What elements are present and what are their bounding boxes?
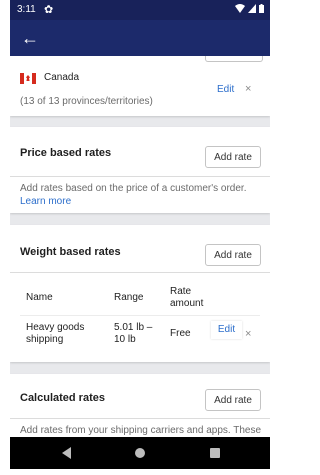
calculated-add-rate-button[interactable]: Add rate (205, 389, 261, 411)
learn-more-link[interactable]: Learn more (20, 196, 71, 207)
country-name: Canada (44, 72, 80, 83)
row-name-line1: Heavy goods (26, 322, 85, 333)
divider (10, 272, 270, 273)
price-add-rate-button[interactable]: Add rate (205, 146, 261, 168)
canada-flag-icon (20, 73, 36, 84)
battery-icon (259, 4, 264, 13)
status-time: 3:11 (17, 4, 36, 15)
divider (10, 176, 270, 177)
row-range-line2: 10 lb (114, 334, 136, 345)
status-bar: 3:11 ✿ (10, 0, 270, 20)
row-rate: Free (170, 328, 191, 339)
price-rates-card: Price based rates Add rate Add rates bas… (10, 127, 270, 213)
region-card: Canada (13 of 13 provinces/territories) … (10, 56, 270, 116)
nav-home-icon[interactable] (135, 448, 145, 458)
weight-rates-card: Weight based rates Add rate Name Range R… (10, 225, 270, 362)
system-nav-bar (10, 437, 270, 469)
region-edit-link[interactable]: Edit (217, 84, 234, 95)
partial-button[interactable] (205, 56, 263, 62)
calculated-rates-card: Calculated rates Add rate Add rates from… (10, 374, 270, 437)
provinces-count: (13 of 13 provinces/territories) (20, 96, 153, 107)
calculated-rates-description: Add rates from your shipping carriers an… (20, 425, 262, 436)
phone-screen: 3:11 ✿ ← Canada (13 of 13 provinces/terr… (10, 0, 270, 469)
status-icons (235, 4, 264, 13)
gear-icon: ✿ (44, 4, 54, 16)
calculated-rates-title: Calculated rates (20, 392, 105, 404)
row-name-line2: shipping (26, 334, 64, 345)
price-desc-text: Add rates based on the price of a custom… (20, 183, 247, 194)
column-header-rate-line1: Rate (170, 286, 192, 297)
row-range-line1: 5.01 lb – (114, 322, 153, 333)
wifi-icon (235, 4, 245, 13)
weight-add-rate-button[interactable]: Add rate (205, 244, 261, 266)
region-remove-icon[interactable]: × (245, 83, 251, 95)
column-header-rate-line2: amount (170, 298, 204, 309)
table-divider (20, 315, 260, 316)
price-rates-description: Add rates based on the price of a custom… (20, 182, 264, 208)
nav-recents-icon[interactable] (210, 448, 220, 458)
content-scroll[interactable]: Canada (13 of 13 provinces/territories) … (10, 56, 270, 437)
column-header-name: Name (26, 292, 53, 303)
row-edit-button[interactable]: Edit (211, 321, 242, 339)
column-header-range: Range (114, 292, 144, 303)
divider (10, 418, 270, 419)
nav-back-icon[interactable] (62, 447, 71, 459)
arrow-back-icon[interactable]: ← (18, 26, 42, 50)
app-bar: ← (10, 20, 270, 56)
signal-icon (248, 4, 256, 13)
row-remove-icon[interactable]: × (245, 328, 251, 340)
weight-rates-title: Weight based rates (20, 246, 121, 258)
price-rates-title: Price based rates (20, 147, 112, 159)
